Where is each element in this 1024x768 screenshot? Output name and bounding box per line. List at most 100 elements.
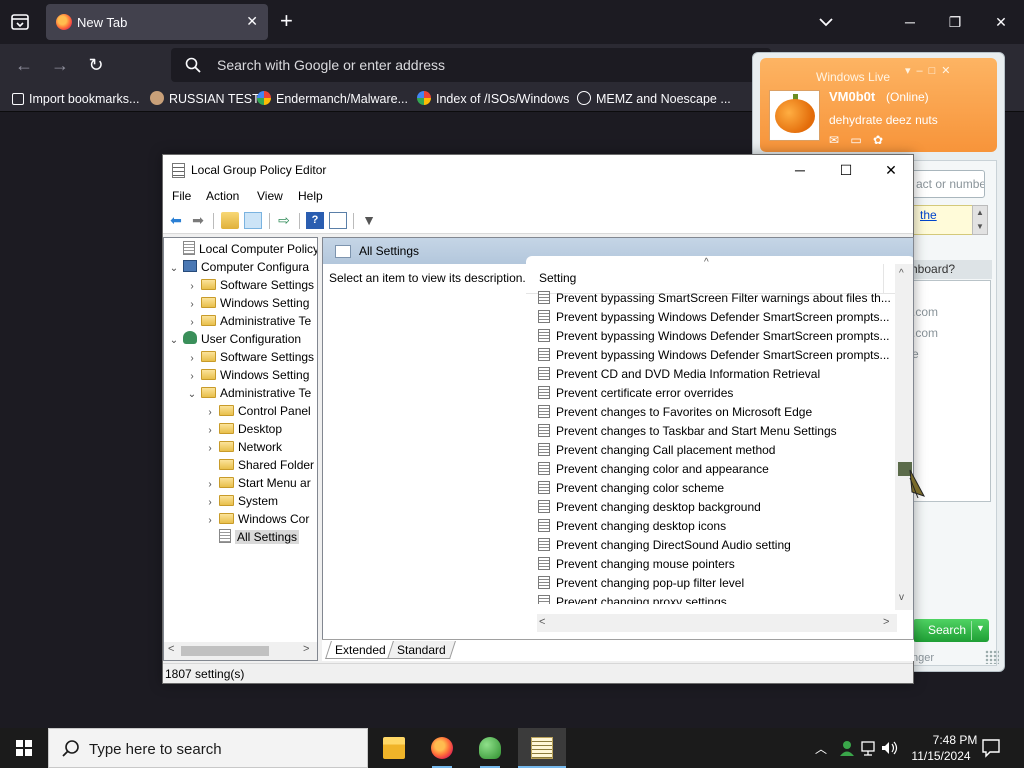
table-row[interactable]: Prevent certificate error overrides (538, 384, 733, 403)
clock-date[interactable]: 11/15/2024 (906, 749, 976, 763)
minimize-button[interactable]: ─ (777, 155, 823, 185)
tree-node[interactable]: Local Computer Policy (168, 240, 317, 258)
maximize-button[interactable]: ☐ (823, 155, 869, 185)
table-row[interactable]: Prevent changing desktop background (538, 498, 761, 517)
tree-node[interactable]: › System (204, 492, 278, 510)
tab-close-icon[interactable]: ✕ (246, 13, 258, 30)
menu-action[interactable]: Action (206, 189, 239, 203)
close-button[interactable]: ✕ (868, 155, 914, 185)
export-list-icon[interactable]: ⇨ (275, 212, 293, 229)
table-row[interactable]: Prevent changes to Taskbar and Start Men… (538, 422, 837, 441)
tree-node[interactable]: ⌄ Computer Configura (168, 258, 309, 276)
forward-button[interactable]: → (47, 52, 73, 78)
scrollbar-thumb[interactable] (181, 646, 269, 656)
tab-standard[interactable]: Standard (387, 641, 456, 659)
messenger-personal-message[interactable]: dehydrate deez nuts (829, 113, 938, 127)
help-icon[interactable]: ? (306, 212, 324, 229)
properties-icon[interactable] (329, 212, 347, 229)
tree-node[interactable]: › Control Panel (204, 402, 310, 420)
tree-node[interactable]: › Windows Setting (186, 366, 309, 384)
menu-file[interactable]: File (172, 189, 191, 203)
tab-list-icon[interactable] (8, 10, 32, 34)
scroll-down-icon[interactable]: v (899, 592, 904, 603)
bookmark-memz[interactable]: MEMZ and Noescape ... (577, 90, 731, 108)
table-row[interactable]: Prevent bypassing Windows Defender Smart… (538, 308, 889, 327)
table-row[interactable]: Prevent changing color scheme (538, 479, 724, 498)
tree-node[interactable]: › Network (204, 438, 282, 456)
back-button[interactable]: ← (11, 52, 37, 78)
table-row[interactable]: Prevent changing desktop icons (538, 517, 726, 536)
gpe-titlebar[interactable]: Local Group Policy Editor ─ ☐ ✕ (163, 155, 913, 185)
avatar[interactable] (769, 90, 820, 141)
tree-node[interactable]: › Software Settings (186, 348, 314, 366)
forward-arrow-icon[interactable]: ➡ (189, 212, 207, 229)
back-arrow-icon[interactable]: ⬅ (167, 212, 185, 229)
messenger-ad-link[interactable]: the (905, 205, 975, 235)
ad-scrollbar[interactable]: ▲ ▼ (972, 205, 988, 235)
address-bar[interactable]: Search with Google or enter address (171, 48, 771, 82)
up-folder-icon[interactable] (221, 212, 239, 229)
list-item[interactable]: .com (912, 305, 938, 319)
bookmark-russian-test[interactable]: RUSSIAN TEST (150, 90, 260, 108)
menu-help[interactable]: Help (298, 189, 323, 203)
table-row[interactable]: Prevent bypassing Windows Defender Smart… (538, 346, 889, 365)
tree-node[interactable]: ⌄ Administrative Te (186, 384, 311, 402)
table-row[interactable]: Prevent bypassing Windows Defender Smart… (538, 327, 889, 346)
new-tab-button[interactable]: + (280, 10, 293, 32)
table-row[interactable]: Prevent changing color and appearance (538, 460, 769, 479)
taskbar-firefox[interactable] (418, 728, 466, 768)
scroll-right-icon[interactable]: > (883, 616, 889, 628)
table-row[interactable]: Prevent changing Call placement method (538, 441, 775, 460)
table-row[interactable]: Prevent changes to Favorites on Microsof… (538, 403, 812, 422)
table-row[interactable]: Prevent bypassing SmartScreen Filter war… (538, 289, 891, 308)
chevron-down-icon[interactable] (816, 12, 836, 32)
minimize-button[interactable]: ─ (895, 8, 925, 36)
taskbar-group-policy-editor[interactable] (518, 728, 566, 768)
taskbar-messenger[interactable] (466, 728, 514, 768)
reload-button[interactable]: ↻ (83, 52, 109, 78)
tree-horizontal-scrollbar[interactable]: < > (164, 642, 317, 660)
scroll-right-icon[interactable]: > (303, 643, 309, 655)
close-button[interactable]: ✕ (986, 8, 1016, 36)
restore-button[interactable]: ❐ (940, 8, 970, 36)
show-hidden-icons-chevron-icon[interactable]: ︿ (815, 740, 827, 757)
scroll-left-icon[interactable]: < (539, 616, 545, 628)
list-item[interactable]: .com (912, 326, 938, 340)
resize-grip-icon[interactable] (985, 650, 999, 664)
contact-search-input[interactable]: act or numbe (905, 170, 985, 198)
list-horizontal-scrollbar[interactable]: < > (537, 614, 897, 632)
tree-node[interactable]: › Desktop (204, 420, 282, 438)
table-row[interactable]: Prevent CD and DVD Media Information Ret… (538, 365, 820, 384)
dropdown-icon[interactable]: ▼ (976, 623, 985, 633)
tree-node[interactable]: ⌄ User Configuration (168, 330, 301, 348)
tree-node[interactable]: › Windows Setting (186, 294, 309, 312)
show-hide-tree-icon[interactable] (244, 212, 262, 229)
menu-view[interactable]: View (257, 189, 283, 203)
tree-node[interactable]: › Windows Cor (204, 510, 309, 528)
taskbar-search-box[interactable]: Type here to search (48, 728, 368, 768)
start-button[interactable] (0, 728, 48, 768)
list-vertical-scrollbar[interactable]: ^ v (895, 264, 913, 610)
bookmark-import[interactable]: Import bookmarks... (12, 90, 139, 108)
collapse-chevron-icon[interactable]: ⌄ (168, 332, 180, 350)
contact-group-header[interactable]: hboard? (905, 260, 992, 279)
tree-node[interactable]: › Start Menu ar (204, 474, 310, 492)
notification-center-icon[interactable] (980, 738, 1002, 758)
table-row[interactable]: Prevent changing mouse pointers (538, 555, 735, 574)
scroll-left-icon[interactable]: < (168, 643, 174, 655)
messenger-window-controls[interactable]: ▾–□✕ (905, 64, 957, 77)
tree-node[interactable]: Shared Folder (204, 456, 314, 474)
messenger-search-button[interactable]: Search ▼ (913, 619, 989, 642)
tree-node[interactable]: › Administrative Te (186, 312, 311, 330)
filter-icon[interactable]: ▼ (360, 212, 378, 229)
table-row[interactable]: Prevent changing DirectSound Audio setti… (538, 536, 791, 555)
tab-extended[interactable]: Extended (325, 641, 396, 659)
collapse-chevron-icon[interactable]: ⌄ (186, 386, 198, 404)
taskbar-file-explorer[interactable] (370, 728, 418, 768)
scroll-up-icon[interactable]: ^ (899, 268, 904, 279)
bookmark-index-isos[interactable]: Index of /ISOs/Windows (417, 90, 569, 108)
messenger-quick-icons[interactable]: ✉ ▭ ✿ (829, 133, 887, 147)
tab-new-tab[interactable]: New Tab ✕ (46, 4, 268, 40)
tree-node[interactable]: All Settings (204, 528, 300, 546)
collapse-chevron-icon[interactable]: ⌄ (168, 260, 180, 278)
